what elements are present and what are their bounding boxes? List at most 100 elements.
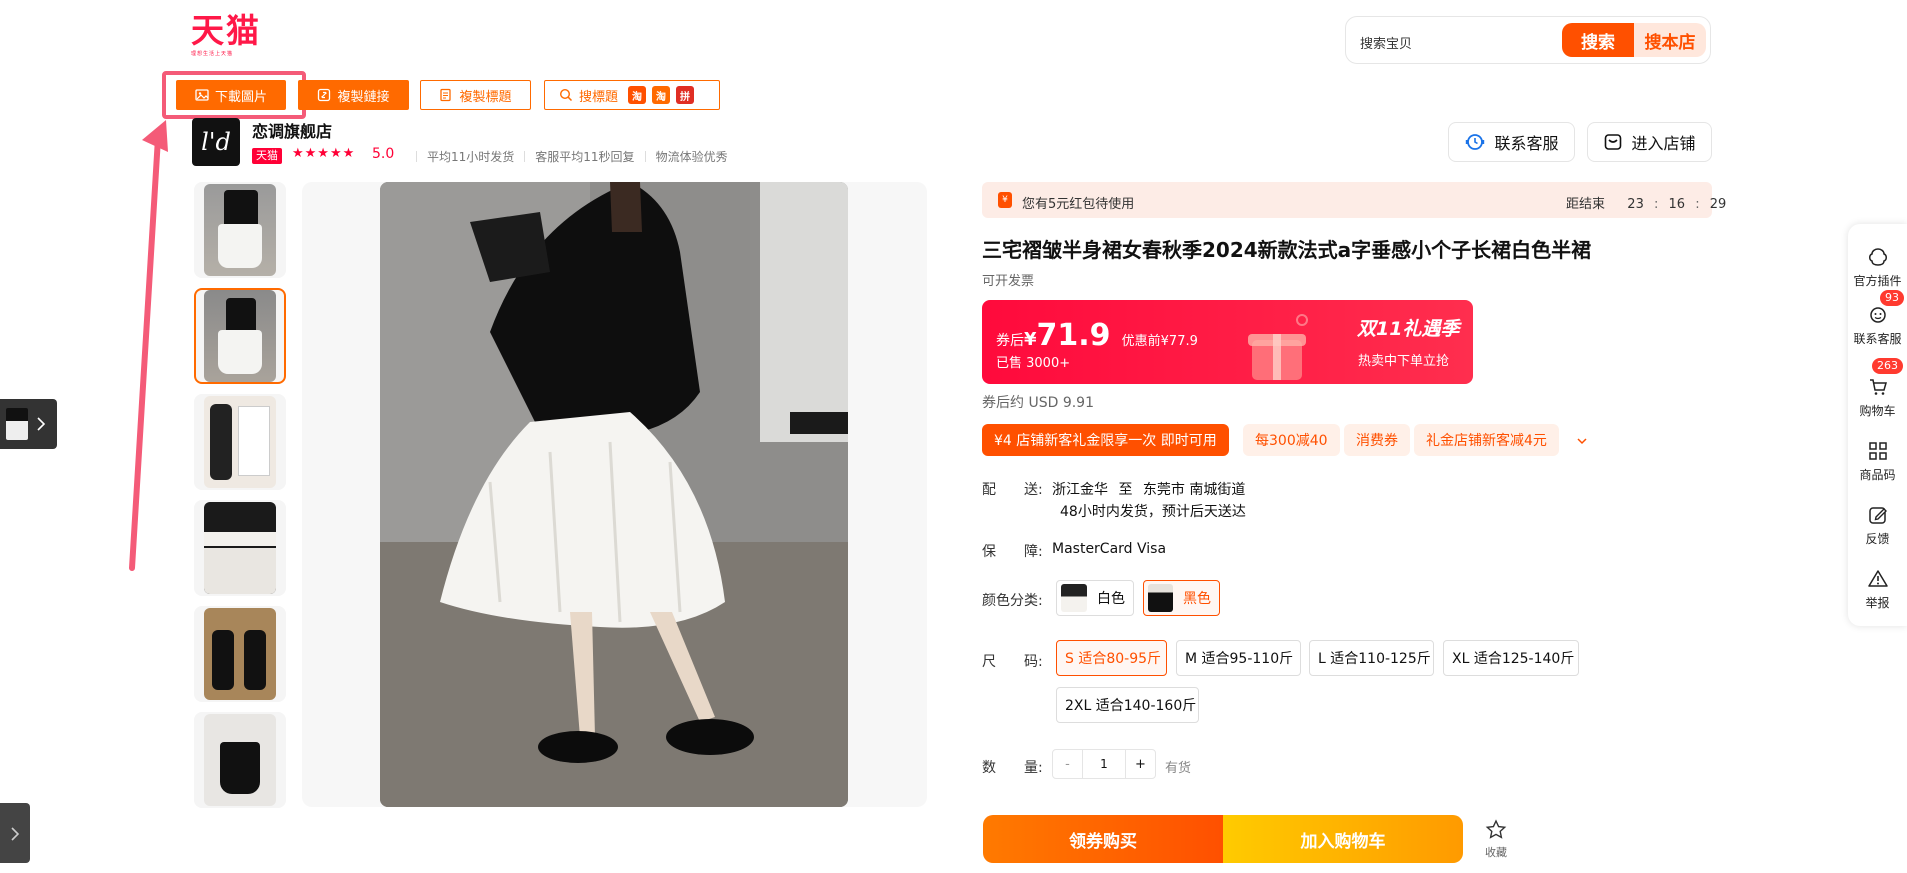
thumbnail-5[interactable] [194,606,286,702]
cart-badge: 263 [1872,358,1903,374]
copy-link-label: 複製鏈接 [337,89,390,105]
tmall-logo[interactable]: 天猫 理想生活上天猫 [191,14,263,58]
sidebar-item-label: 商品码 [1859,468,1896,482]
logo-text: 天猫 [191,11,261,50]
copy-link-button[interactable]: 複製鏈接 [298,80,409,110]
size-option-l[interactable]: L 适合110-125斤 [1309,640,1434,676]
coupon-store-new[interactable]: 礼金店铺新客减4元 [1414,424,1559,456]
thumbnail-6[interactable] [194,712,286,808]
quantity-label-2: 量: [1024,760,1043,776]
countdown-label: 距结束 [1566,197,1606,212]
shop-name[interactable]: 恋调旗舰店 [252,118,332,142]
favorite-button[interactable]: 收藏 [1476,818,1516,864]
color-option-black[interactable]: 黑色 [1143,580,1220,616]
sidebar-item-label: 举报 [1865,596,1890,610]
color-label: 颜色分类: [982,593,1043,609]
delivery-from: 浙江金华 [1052,482,1108,498]
quantity-stepper: - 1 + [1052,749,1156,779]
buy-now-button[interactable]: 领券购买 [983,815,1223,863]
chevron-right-icon [37,417,46,431]
shop-metric: 物流体验优秀 [655,150,728,164]
price-line: 券后¥71.9 优惠前¥77.9 [996,318,1198,353]
color-option-white[interactable]: 白色 [1056,580,1134,616]
contact-service-button[interactable]: 联系客服 [1448,122,1575,162]
tmall-mini-icon[interactable]: 淘 [652,86,671,104]
chevron-down-icon[interactable] [1575,434,1589,448]
stock-status: 有货 [1165,761,1192,776]
copy-title-label: 複製標題 [459,89,512,105]
banner-subtitle: 热卖中下单立抢 [1358,354,1450,369]
size-label-2: 码: [1024,654,1043,670]
banner-title: 双11礼遇季 [1357,318,1460,340]
countdown-seconds: 29 [1709,197,1727,212]
delivery-route: 浙江金华 至 东莞市 南城街道 [1052,479,1245,499]
link-icon [318,88,331,102]
white-swatch [1061,584,1087,612]
enter-store-button[interactable]: 进入店铺 [1587,122,1712,162]
delivery-to[interactable]: 东莞市 南城街道 [1143,482,1245,498]
left-expand-tab[interactable] [0,803,30,863]
coupon-consumer[interactable]: 消费券 [1344,424,1410,456]
sidebar-item-label: 联系客服 [1853,332,1902,346]
plugin-icon [1868,248,1887,266]
guarantee-label-2: 障: [1024,544,1043,560]
size-option-m[interactable]: M 适合95-110斤 [1176,640,1301,676]
thumbnail-3[interactable] [194,394,286,490]
search-button[interactable]: 搜索 [1562,23,1634,57]
sidebar-item-service[interactable]: 联系客服 93 [1848,290,1907,347]
currency-symbol: ¥ [1024,329,1037,350]
main-product-image[interactable] [380,182,848,807]
search-store-button[interactable]: 搜本店 [1634,23,1706,57]
contact-service-label: 联系客服 [1494,134,1559,153]
price-value: 71.9 [1036,318,1111,353]
store-icon [1605,134,1622,150]
quantity-minus-button[interactable]: - [1053,750,1083,778]
usd-price: 券后约 USD 9.91 [982,395,1094,411]
coupon-300-40[interactable]: 每300减40 [1243,424,1340,456]
delivery-label-1: 配 [982,482,996,498]
size-option-xl[interactable]: XL 适合125-140斤 [1443,640,1579,676]
left-float-thumbnail [6,408,28,440]
search-input[interactable]: 搜索宝贝 [1360,33,1412,52]
sidebar-item-qrcode[interactable]: 商品码 [1848,440,1907,483]
coupon-new-customer[interactable]: ¥4 店铺新客礼金限享一次 即时可用 [982,424,1229,456]
sidebar-item-plugin[interactable]: 官方插件 [1848,246,1907,289]
delivery-label-2: 送: [1024,482,1043,498]
cart-icon [1869,379,1887,395]
shop-logo[interactable]: l'd [192,118,240,166]
quantity-input[interactable]: 1 [1083,750,1125,778]
product-title: 三宅褶皱半身裙女春秋季2024新款法式a字垂感小个子长裙白色半裙 [982,238,1592,262]
sidebar-item-cart[interactable]: 购物车 263 [1848,358,1907,419]
thumbnail-4[interactable] [194,500,286,596]
countdown: 距结束 23 : 16 : 29 [1566,197,1727,212]
sidebar-item-label: 官方插件 [1853,274,1902,288]
delivery-note: 48小时内发货，预计后天送达 [1060,504,1246,520]
pinduoduo-mini-icon[interactable]: 拼 [676,86,695,104]
left-float-panel[interactable] [0,399,57,449]
original-price: 优惠前¥77.9 [1121,334,1198,349]
gift-box-icon [1248,314,1308,380]
red-packet-bar[interactable]: ¥ 您有5元红包待使用 距结束 23 : 16 : 29 [982,182,1726,218]
qr-code-icon [1868,442,1887,460]
size-option-2xl[interactable]: 2XL 适合140-160斤 [1056,687,1199,723]
quantity-label-1: 数 [982,760,996,776]
price-prefix: 券后 [996,333,1024,349]
invoice-note: 可开发票 [982,274,1035,289]
taobao-mini-icon[interactable]: 淘 [628,86,647,104]
color-option-label: 黑色 [1183,591,1211,607]
search-title-button[interactable]: 搜標題 淘 淘 拼 [544,80,720,110]
sidebar-item-feedback[interactable]: 反馈 [1848,504,1907,547]
size-option-s[interactable]: S 适合80-95斤 [1056,640,1167,676]
quantity-plus-button[interactable]: + [1125,750,1155,778]
search-bar: 搜索宝贝 搜索 搜本店 [1345,16,1711,64]
arrow-annotation-icon [129,120,168,571]
sidebar-item-report[interactable]: 举报 [1848,568,1907,611]
sidebar-item-label: 反馈 [1865,532,1890,546]
sold-count: 已售 3000+ [996,356,1071,371]
thumbnail-2-selected[interactable] [194,288,286,384]
chevron-right-icon [11,827,20,841]
copy-title-button[interactable]: 複製標題 [420,80,531,110]
thumbnail-1[interactable] [194,182,286,278]
copy-icon [440,88,452,102]
add-to-cart-button[interactable]: 加入购物车 [1223,815,1463,863]
